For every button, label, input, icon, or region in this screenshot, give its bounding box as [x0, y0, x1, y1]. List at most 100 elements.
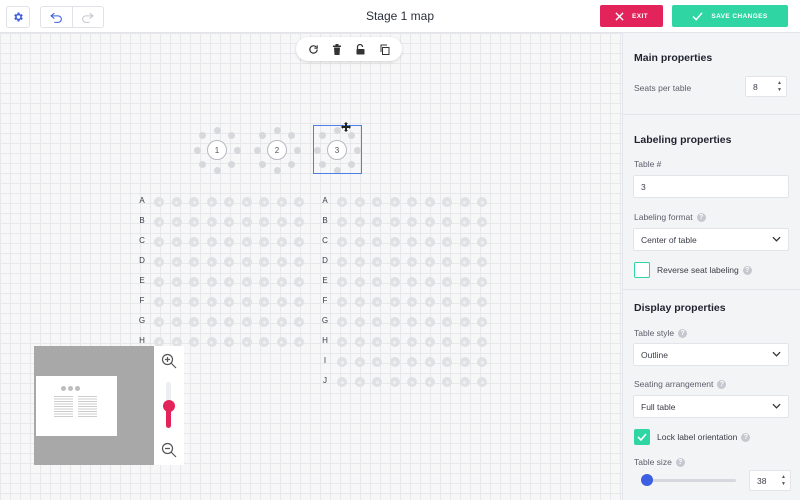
seat[interactable]	[459, 357, 470, 367]
seat[interactable]	[372, 257, 382, 267]
seat[interactable]	[424, 357, 435, 367]
seat[interactable]	[189, 317, 199, 327]
seat[interactable]	[206, 337, 217, 347]
seat[interactable]	[389, 217, 400, 227]
seat[interactable]	[477, 197, 487, 207]
table-size-slider[interactable]	[642, 479, 736, 482]
seat[interactable]	[424, 257, 435, 267]
seat[interactable]	[294, 257, 304, 267]
seat[interactable]	[407, 357, 417, 367]
seat[interactable]	[154, 237, 164, 247]
exit-button[interactable]: EXIT	[600, 5, 663, 27]
seat[interactable]	[442, 197, 452, 207]
stepper-icon[interactable]: ▲ ▼	[781, 474, 786, 488]
seat[interactable]	[259, 197, 269, 207]
seat[interactable]	[389, 357, 400, 367]
seat[interactable]	[407, 277, 417, 287]
seat[interactable]	[442, 317, 452, 327]
seat[interactable]	[259, 277, 269, 287]
seat[interactable]	[276, 297, 287, 307]
seat[interactable]	[354, 357, 365, 367]
seat[interactable]	[389, 297, 400, 307]
seat[interactable]	[171, 257, 182, 267]
reverse-seat-labeling-checkbox[interactable]	[634, 262, 650, 278]
seat[interactable]	[276, 277, 287, 287]
seat[interactable]	[189, 257, 199, 267]
minimap-viewport[interactable]	[36, 376, 117, 436]
seat[interactable]	[259, 237, 269, 247]
seat[interactable]	[276, 337, 287, 347]
seat[interactable]	[407, 337, 417, 347]
seat[interactable]	[276, 317, 287, 327]
seat[interactable]	[224, 197, 234, 207]
info-icon[interactable]: ?	[741, 432, 751, 442]
table-seat[interactable]	[287, 160, 295, 168]
seat[interactable]	[354, 337, 365, 347]
duplicate-button[interactable]	[375, 40, 393, 58]
seat[interactable]	[241, 337, 252, 347]
seat[interactable]	[407, 237, 417, 247]
seat[interactable]	[424, 277, 435, 287]
seat[interactable]	[154, 257, 164, 267]
seat[interactable]	[459, 297, 470, 307]
seat[interactable]	[189, 277, 199, 287]
lock-button[interactable]	[352, 40, 370, 58]
seat[interactable]	[206, 217, 217, 227]
seat[interactable]	[224, 277, 234, 287]
seat[interactable]	[294, 237, 304, 247]
seat[interactable]	[459, 277, 470, 287]
seat[interactable]	[442, 237, 452, 247]
seat[interactable]	[354, 377, 365, 387]
table-seat[interactable]	[227, 132, 235, 140]
seat[interactable]	[389, 337, 400, 347]
seat[interactable]	[442, 377, 452, 387]
seat[interactable]	[459, 217, 470, 227]
seat[interactable]	[424, 317, 435, 327]
table-seat[interactable]	[199, 132, 207, 140]
seat[interactable]	[224, 217, 234, 227]
seat[interactable]	[171, 237, 182, 247]
seat[interactable]	[354, 237, 365, 247]
seat[interactable]	[477, 277, 487, 287]
table-seat[interactable]	[287, 132, 295, 140]
seat[interactable]	[424, 377, 435, 387]
seat[interactable]	[424, 237, 435, 247]
seat[interactable]	[154, 297, 164, 307]
seat[interactable]	[241, 317, 252, 327]
table-seat[interactable]	[259, 132, 267, 140]
seat[interactable]	[206, 317, 217, 327]
seat[interactable]	[354, 217, 365, 227]
seat[interactable]	[424, 197, 435, 207]
seat[interactable]	[337, 297, 347, 307]
info-icon[interactable]: ?	[742, 265, 752, 275]
seat[interactable]	[372, 237, 382, 247]
seat[interactable]	[372, 357, 382, 367]
seat[interactable]	[372, 317, 382, 327]
seat[interactable]	[154, 277, 164, 287]
seat[interactable]	[389, 237, 400, 247]
seat[interactable]	[294, 197, 304, 207]
seat[interactable]	[241, 297, 252, 307]
seat[interactable]	[354, 277, 365, 287]
seat[interactable]	[442, 257, 452, 267]
map-canvas[interactable]: 123 ABCDEFGHABCDEFGHIJ	[0, 33, 622, 500]
seat[interactable]	[407, 377, 417, 387]
seat[interactable]	[337, 197, 347, 207]
round-table-2[interactable]: 2	[251, 124, 303, 176]
seat[interactable]	[337, 257, 347, 267]
seat[interactable]	[294, 277, 304, 287]
seat[interactable]	[389, 317, 400, 327]
seat[interactable]	[477, 257, 487, 267]
seat[interactable]	[276, 257, 287, 267]
seat[interactable]	[171, 297, 182, 307]
seat[interactable]	[354, 297, 365, 307]
seat[interactable]	[372, 217, 382, 227]
seat[interactable]	[294, 217, 304, 227]
seat[interactable]	[389, 257, 400, 267]
seat[interactable]	[389, 197, 400, 207]
seat[interactable]	[337, 377, 347, 387]
seat[interactable]	[276, 237, 287, 247]
seat[interactable]	[389, 277, 400, 287]
seat[interactable]	[337, 317, 347, 327]
seat[interactable]	[337, 217, 347, 227]
